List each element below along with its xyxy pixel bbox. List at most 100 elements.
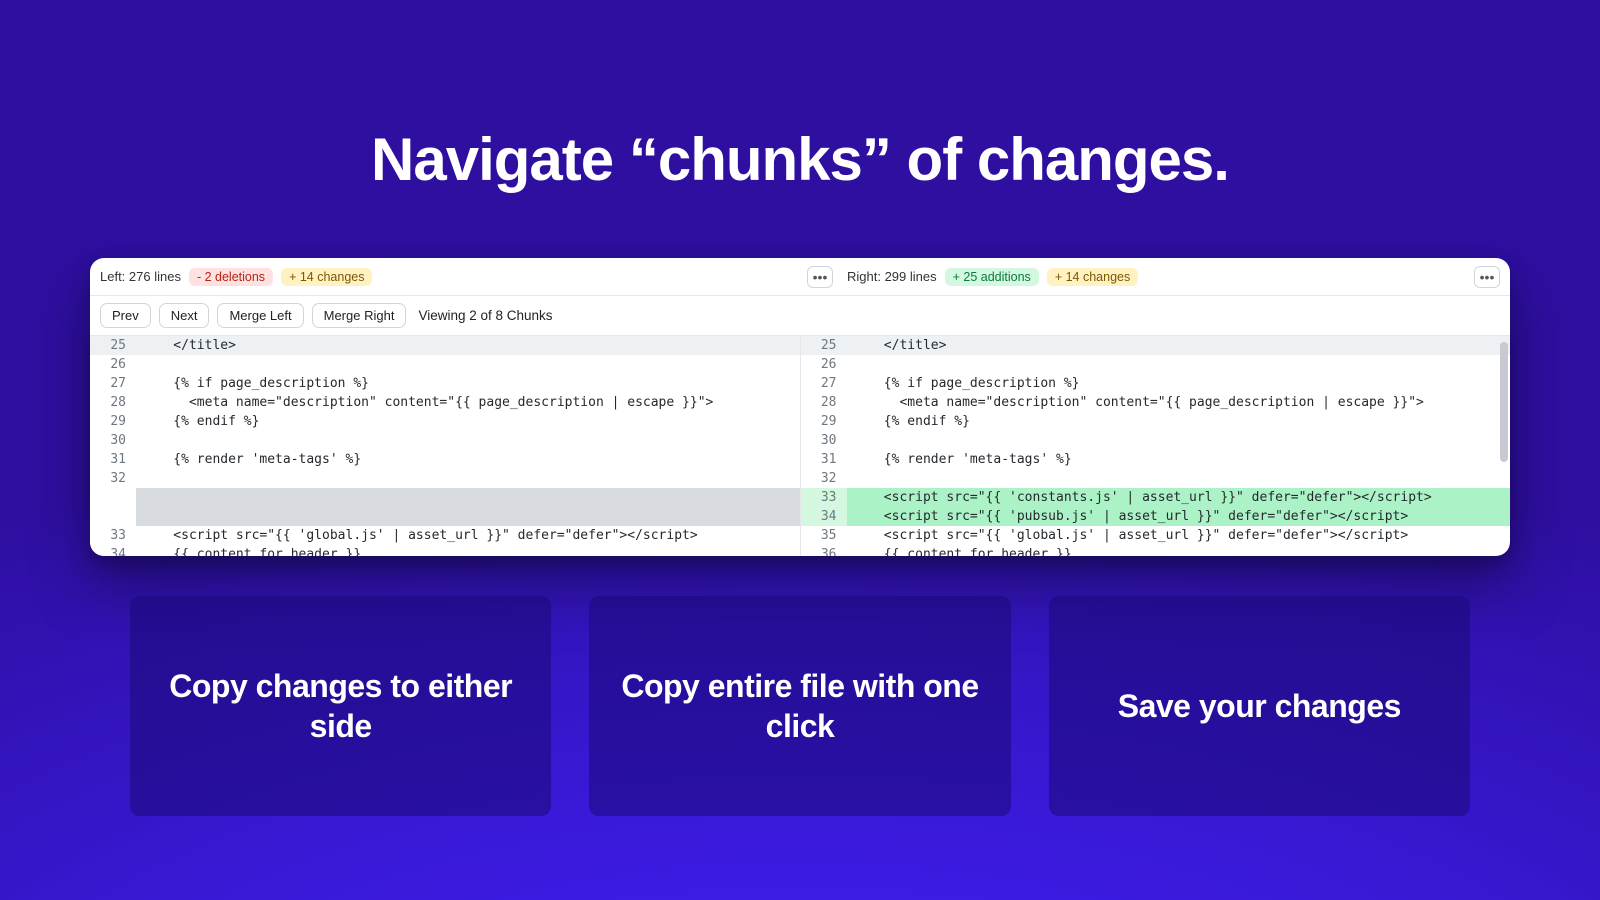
right-scrollbar[interactable]: [1500, 340, 1508, 552]
line-number: 31: [801, 450, 847, 469]
code-line[interactable]: 27 {% if page_description %}: [90, 374, 800, 393]
code-line[interactable]: 29 {% endif %}: [801, 412, 1511, 431]
line-content: </title>: [847, 336, 1511, 355]
line-number: 34: [90, 545, 136, 556]
feature-card-copy-side: Copy changes to either side: [130, 596, 551, 816]
code-line[interactable]: 32: [801, 469, 1511, 488]
line-content: [136, 431, 800, 450]
line-content: {{ content_for_header }}: [136, 545, 800, 556]
line-number: 25: [801, 336, 847, 355]
feature-card-label: Copy changes to either side: [160, 666, 521, 746]
right-changes-badge: + 14 changes: [1047, 268, 1138, 286]
code-line[interactable]: 30: [90, 431, 800, 450]
line-content: [847, 469, 1511, 488]
code-line[interactable]: 33 <script src="{{ 'constants.js' | asse…: [801, 488, 1511, 507]
line-content: {% if page_description %}: [136, 374, 800, 393]
code-line[interactable]: 28 <meta name="description" content="{{ …: [90, 393, 800, 412]
code-line[interactable]: 29 {% endif %}: [90, 412, 800, 431]
code-line[interactable]: 31 {% render 'meta-tags' %}: [90, 450, 800, 469]
code-line[interactable]: 34 <script src="{{ 'pubsub.js' | asset_u…: [801, 507, 1511, 526]
feature-card-save: Save your changes: [1049, 596, 1470, 816]
line-number: 30: [90, 431, 136, 450]
left-more-menu-button[interactable]: •••: [807, 266, 833, 288]
line-number: 34: [801, 507, 847, 526]
line-content: <script src="{{ 'constants.js' | asset_u…: [847, 488, 1511, 507]
line-number: 29: [90, 412, 136, 431]
line-content: [136, 507, 800, 526]
right-line-count: Right: 299 lines: [847, 269, 937, 284]
code-line[interactable]: 25 </title>: [90, 336, 800, 355]
code-line[interactable]: 27 {% if page_description %}: [801, 374, 1511, 393]
code-line[interactable]: 33 <script src="{{ 'global.js' | asset_u…: [90, 526, 800, 545]
scrollbar-thumb[interactable]: [1500, 342, 1508, 462]
right-pane[interactable]: 25 </title>2627 {% if page_description %…: [801, 336, 1511, 556]
code-line[interactable]: 34 {{ content_for_header }}: [90, 545, 800, 556]
line-number: 29: [801, 412, 847, 431]
line-number: 26: [90, 355, 136, 374]
additions-badge: + 25 additions: [945, 268, 1039, 286]
code-line[interactable]: 28 <meta name="description" content="{{ …: [801, 393, 1511, 412]
line-number: [90, 488, 136, 507]
next-chunk-button[interactable]: Next: [159, 303, 210, 328]
deletions-badge: - 2 deletions: [189, 268, 273, 286]
line-content: {% endif %}: [136, 412, 800, 431]
line-number: 27: [90, 374, 136, 393]
line-content: {{ content_for_header }}: [847, 545, 1511, 556]
feature-card-label: Save your changes: [1118, 686, 1401, 726]
more-icon: •••: [1480, 270, 1495, 284]
chunk-position-label: Viewing 2 of 8 Chunks: [418, 308, 552, 323]
code-line[interactable]: 32: [90, 469, 800, 488]
line-number: 36: [801, 545, 847, 556]
left-pane[interactable]: 25 </title>2627 {% if page_description %…: [90, 336, 801, 556]
code-line[interactable]: 26: [801, 355, 1511, 374]
line-number: 32: [801, 469, 847, 488]
page-headline: Navigate “chunks” of changes.: [0, 125, 1600, 194]
right-more-menu-button[interactable]: •••: [1474, 266, 1500, 288]
line-number: 33: [90, 526, 136, 545]
line-number: 26: [801, 355, 847, 374]
code-line[interactable]: [90, 507, 800, 526]
line-content: <script src="{{ 'global.js' | asset_url …: [136, 526, 800, 545]
line-number: 30: [801, 431, 847, 450]
line-number: 25: [90, 336, 136, 355]
line-content: {% if page_description %}: [847, 374, 1511, 393]
line-number: 27: [801, 374, 847, 393]
feature-card-copy-file: Copy entire file with one click: [589, 596, 1010, 816]
line-content: [136, 469, 800, 488]
code-line[interactable]: 30: [801, 431, 1511, 450]
diff-body: 25 </title>2627 {% if page_description %…: [90, 336, 1510, 556]
line-number: 28: [801, 393, 847, 412]
line-content: <meta name="description" content="{{ pag…: [136, 393, 800, 412]
line-number: 35: [801, 526, 847, 545]
left-changes-badge: + 14 changes: [281, 268, 372, 286]
line-content: [136, 355, 800, 374]
prev-chunk-button[interactable]: Prev: [100, 303, 151, 328]
code-line[interactable]: 25 </title>: [801, 336, 1511, 355]
code-line[interactable]: [90, 488, 800, 507]
diff-header: Left: 276 lines - 2 deletions + 14 chang…: [90, 258, 1510, 296]
line-content: {% render 'meta-tags' %}: [136, 450, 800, 469]
line-content: <script src="{{ 'pubsub.js' | asset_url …: [847, 507, 1511, 526]
feature-card-label: Copy entire file with one click: [619, 666, 980, 746]
left-line-count: Left: 276 lines: [100, 269, 181, 284]
line-content: {% endif %}: [847, 412, 1511, 431]
line-content: </title>: [136, 336, 800, 355]
line-number: 31: [90, 450, 136, 469]
chunk-toolbar: Prev Next Merge Left Merge Right Viewing…: [90, 296, 1510, 336]
diff-panel: Left: 276 lines - 2 deletions + 14 chang…: [90, 258, 1510, 556]
line-content: [847, 355, 1511, 374]
code-line[interactable]: 31 {% render 'meta-tags' %}: [801, 450, 1511, 469]
line-number: 32: [90, 469, 136, 488]
code-line[interactable]: 36 {{ content_for_header }}: [801, 545, 1511, 556]
merge-left-button[interactable]: Merge Left: [217, 303, 303, 328]
line-content: <meta name="description" content="{{ pag…: [847, 393, 1511, 412]
line-content: [847, 431, 1511, 450]
line-number: 33: [801, 488, 847, 507]
more-icon: •••: [813, 270, 828, 284]
code-line[interactable]: 26: [90, 355, 800, 374]
feature-cards: Copy changes to either side Copy entire …: [130, 596, 1470, 816]
merge-right-button[interactable]: Merge Right: [312, 303, 407, 328]
line-content: {% render 'meta-tags' %}: [847, 450, 1511, 469]
line-content: <script src="{{ 'global.js' | asset_url …: [847, 526, 1511, 545]
code-line[interactable]: 35 <script src="{{ 'global.js' | asset_u…: [801, 526, 1511, 545]
